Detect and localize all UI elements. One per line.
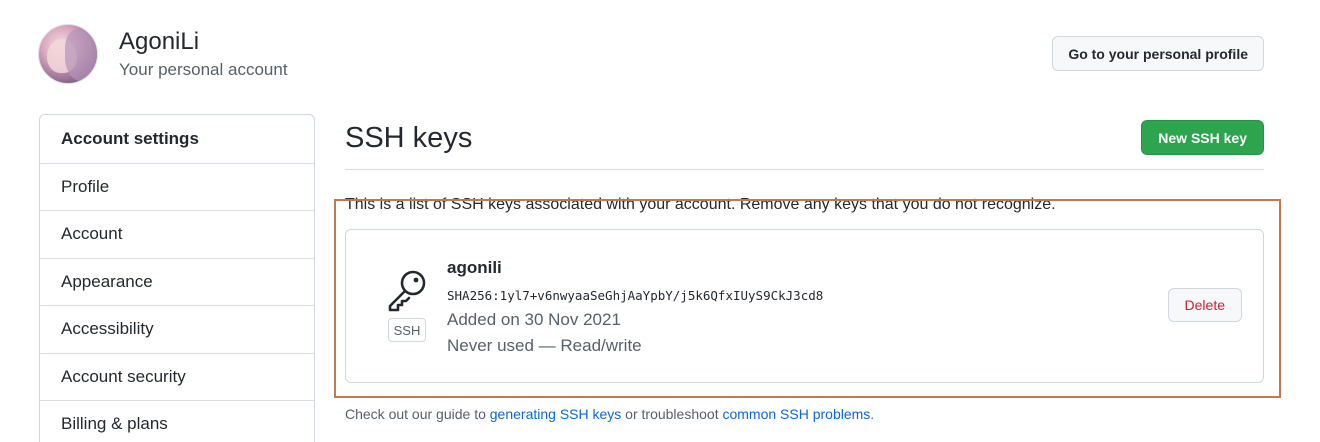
- generating-ssh-keys-link[interactable]: generating SSH keys: [490, 406, 622, 422]
- sidebar-item-accessibility[interactable]: Accessibility: [40, 305, 314, 353]
- account-type-label: Your personal account: [119, 60, 288, 79]
- title-divider: [345, 169, 1264, 170]
- settings-sidebar: Account settings Profile Account Appeara…: [39, 114, 315, 442]
- new-ssh-key-button[interactable]: New SSH key: [1141, 120, 1264, 155]
- help-note-prefix: Check out our guide to: [345, 406, 490, 422]
- sidebar-heading-account-settings: Account settings: [61, 128, 199, 148]
- page-title: SSH keys: [345, 122, 473, 154]
- sidebar-item-billing-plans[interactable]: Billing & plans: [40, 400, 314, 442]
- help-note-middle: or troubleshoot: [621, 406, 723, 422]
- account-header: AgoniLi Your personal account Go to your…: [38, 24, 1264, 86]
- go-to-profile-button[interactable]: Go to your personal profile: [1052, 36, 1264, 71]
- sidebar-item-account[interactable]: Account: [40, 210, 314, 258]
- sidebar-item-appearance[interactable]: Appearance: [40, 257, 314, 306]
- common-ssh-problems-link[interactable]: common SSH problems: [722, 406, 870, 422]
- sidebar-item-account-security[interactable]: Account security: [40, 352, 314, 401]
- sidebar-item-profile[interactable]: Profile: [40, 162, 314, 211]
- avatar[interactable]: [38, 24, 98, 84]
- highlight-annotation-box: [334, 199, 1281, 398]
- ssh-help-note: Check out our guide to generating SSH ke…: [345, 406, 874, 422]
- account-username[interactable]: AgoniLi: [119, 28, 199, 56]
- help-note-suffix: .: [870, 406, 875, 422]
